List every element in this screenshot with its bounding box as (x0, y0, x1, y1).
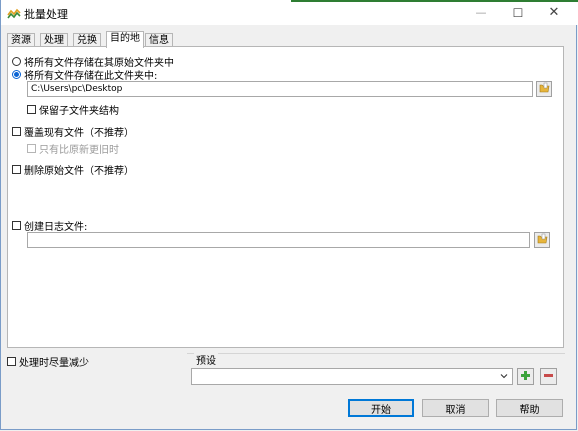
close-button[interactable]: ✕ (534, 0, 574, 25)
checkbox[interactable] (27, 105, 36, 114)
destination-folder-input[interactable]: C:\Users\pc\Desktop (27, 81, 533, 97)
close-icon: ✕ (548, 5, 560, 20)
help-button[interactable]: 帮助 (496, 399, 563, 417)
keep-subfolders-checkbox[interactable]: 保留子文件夹结构 (27, 102, 119, 117)
start-button[interactable]: 开始 (348, 399, 414, 417)
minimize-icon: — (475, 6, 487, 19)
browse-destination-button[interactable] (536, 81, 552, 97)
maximize-button[interactable]: ☐ (498, 0, 538, 25)
preset-label: 预设 (194, 352, 218, 367)
batch-process-icon (7, 7, 21, 19)
browse-log-button[interactable] (534, 232, 550, 248)
cancel-button[interactable]: 取消 (422, 399, 489, 417)
plus-icon (520, 370, 531, 384)
remove-preset-button[interactable] (540, 368, 557, 385)
keep-subfolders-label: 保留子文件夹结构 (39, 106, 119, 117)
minimize-while-processing-checkbox[interactable]: 处理时尽量减少 (7, 354, 89, 369)
destination-panel: 将所有文件存储在其原始文件夹中 将所有文件存储在此文件夹中: C:\Users\… (7, 46, 564, 348)
minimize-button[interactable]: — (461, 0, 501, 25)
folder-icon (537, 233, 548, 247)
tab-destination[interactable]: 目的地 (106, 31, 144, 48)
create-log-label: 创建日志文件: (24, 222, 88, 233)
add-preset-button[interactable] (517, 368, 534, 385)
radio-this-folder[interactable]: 将所有文件存储在此文件夹中: (12, 67, 157, 82)
only-if-newer-checkbox: 只有比原新更旧时 (27, 141, 119, 156)
maximize-icon: ☐ (512, 5, 524, 20)
window-title: 批量处理 (24, 8, 68, 21)
checkbox[interactable] (12, 127, 21, 136)
radio-button-selected[interactable] (12, 70, 21, 79)
delete-originals-label: 删除原始文件（不推荐） (24, 166, 134, 177)
create-log-checkbox[interactable]: 创建日志文件: (12, 218, 87, 233)
overwrite-label: 覆盖现有文件（不推荐） (24, 128, 134, 139)
log-file-input[interactable] (27, 232, 530, 248)
minus-icon (543, 370, 554, 384)
title-bar: 批量处理 — ☐ ✕ (1, 0, 578, 25)
radio-this-folder-label: 将所有文件存储在此文件夹中: (24, 71, 158, 82)
radio-button[interactable] (12, 57, 21, 66)
checkbox[interactable] (12, 221, 21, 230)
batch-process-window: 批量处理 — ☐ ✕ 资源 处理 兑换 目的地 信息 将所有文件存储在其原始文件… (0, 0, 578, 430)
checkbox[interactable] (7, 357, 16, 366)
checkbox[interactable] (12, 165, 21, 174)
preset-select[interactable] (191, 368, 513, 385)
delete-originals-checkbox[interactable]: 删除原始文件（不推荐） (12, 162, 134, 177)
chevron-down-icon (499, 371, 509, 381)
only-if-newer-label: 只有比原新更旧时 (39, 145, 119, 156)
title-accent-line (291, 0, 578, 2)
checkbox-disabled (27, 144, 36, 153)
folder-icon (539, 82, 550, 96)
minimize-while-processing-label: 处理时尽量减少 (19, 358, 89, 369)
overwrite-checkbox[interactable]: 覆盖现有文件（不推荐） (12, 124, 134, 139)
